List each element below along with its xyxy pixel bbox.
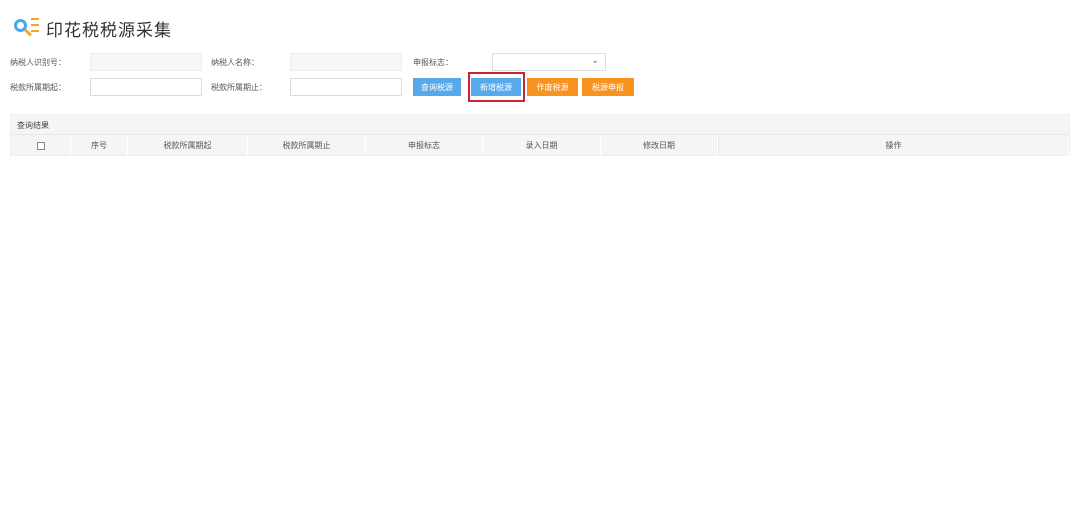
col-actions: 操作 [718, 135, 1069, 156]
declare-tax-source-button[interactable]: 税源申报 [582, 78, 634, 96]
period-end-input[interactable] [290, 78, 402, 96]
chevron-down-icon: ⌄ [591, 56, 599, 66]
declare-flag-label: 申报标志： [413, 58, 453, 67]
select-all-cell [11, 135, 71, 156]
highlight-box [468, 72, 525, 102]
results-panel: 查询结果 序号 税款所属期起 税款所属期止 申报标志 录入日期 修改日期 操作 [10, 114, 1070, 156]
void-tax-source-button[interactable]: 作废税源 [527, 78, 578, 96]
col-period-start: 税款所属期起 [128, 135, 248, 156]
col-entry-date: 录入日期 [483, 135, 601, 156]
period-start-input[interactable] [90, 78, 202, 96]
taxpayer-id-label: 纳税人识别号： [10, 58, 66, 67]
query-tax-source-button[interactable]: 查询税源 [413, 78, 461, 96]
col-index: 序号 [71, 135, 128, 156]
taxpayer-id-input[interactable] [90, 53, 202, 71]
period-end-label: 税款所属期止： [211, 83, 267, 92]
taxpayer-name-label: 纳税人名称： [211, 58, 259, 67]
results-table-header: 序号 税款所属期起 税款所属期止 申报标志 录入日期 修改日期 操作 [11, 134, 1069, 156]
taxpayer-name-input[interactable] [290, 53, 402, 71]
declare-flag-select[interactable]: ⌄ [492, 53, 606, 71]
search-list-icon [12, 14, 40, 42]
period-start-label: 税款所属期起： [10, 83, 66, 92]
page-title: 印花税税源采集 [46, 20, 172, 41]
col-declare-flag: 申报标志 [366, 135, 483, 156]
col-modify-date: 修改日期 [601, 135, 718, 156]
select-all-checkbox[interactable] [36, 141, 45, 150]
page-header: 印花税税源采集 [12, 12, 172, 44]
results-title: 查询结果 [17, 121, 49, 130]
col-period-end: 税款所属期止 [248, 135, 366, 156]
